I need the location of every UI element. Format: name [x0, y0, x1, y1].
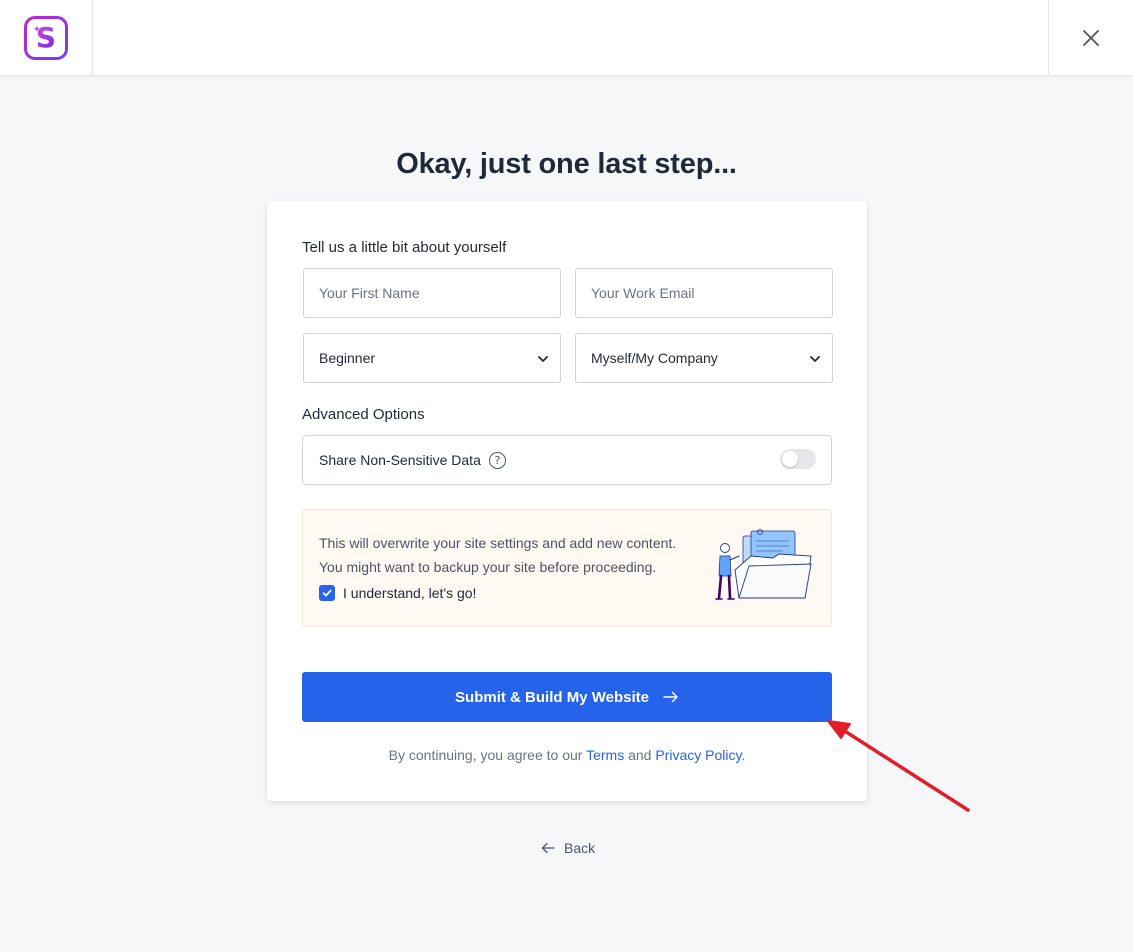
help-icon[interactable]: ?	[488, 451, 506, 469]
warning-text: This will overwrite your site settings a…	[319, 531, 709, 579]
backup-illustration	[715, 529, 812, 600]
legal-suffix: .	[741, 747, 746, 763]
site-for-select-value: Myself/My Company	[591, 350, 718, 366]
legal-notice: By continuing, you agree to our Terms an…	[267, 747, 867, 763]
toggle-knob	[782, 451, 798, 467]
chevron-down-icon	[810, 356, 820, 362]
about-section-label: Tell us a little bit about yourself	[302, 239, 507, 256]
close-icon	[1083, 30, 1099, 46]
arrow-right-icon	[663, 691, 678, 703]
chevron-down-icon	[538, 356, 548, 362]
legal-prefix: By continuing, you agree to our	[388, 747, 583, 763]
check-icon	[322, 589, 332, 597]
submit-build-button[interactable]: Submit & Build My Website	[302, 672, 832, 722]
overwrite-warning: This will overwrite your site settings a…	[302, 509, 832, 627]
page-title: Okay, just one last step...	[396, 148, 737, 180]
logo-inner: ✦ S	[27, 19, 65, 57]
confirm-checkbox[interactable]	[319, 585, 335, 601]
sparkle-icon: ✦	[33, 24, 41, 34]
confirm-checkbox-row[interactable]: I understand, let's go!	[319, 585, 476, 601]
terms-link[interactable]: Terms	[586, 747, 624, 763]
first-name-field[interactable]	[303, 268, 561, 318]
onboarding-card: Tell us a little bit about yourself Begi…	[267, 201, 867, 801]
experience-select[interactable]: Beginner	[303, 333, 561, 383]
first-name-input[interactable]	[319, 285, 560, 301]
advanced-options-label: Advanced Options	[302, 406, 425, 423]
site-for-select[interactable]: Myself/My Company	[575, 333, 833, 383]
work-email-input[interactable]	[591, 285, 832, 301]
top-bar: ✦ S	[0, 0, 1133, 76]
arrow-left-icon	[541, 842, 555, 854]
warning-line-2: You might want to backup your site befor…	[319, 559, 657, 575]
back-label: Back	[564, 840, 596, 856]
experience-select-value: Beginner	[319, 350, 376, 366]
work-email-field[interactable]	[575, 268, 833, 318]
annotation-arrow	[827, 720, 970, 812]
logo-cell: ✦ S	[0, 0, 93, 76]
submit-label: Submit & Build My Website	[455, 688, 649, 706]
share-data-row: Share Non-Sensitive Data ?	[302, 435, 832, 485]
privacy-policy-link[interactable]: Privacy Policy	[655, 747, 741, 763]
warning-line-1: This will overwrite your site settings a…	[319, 535, 677, 551]
back-button[interactable]: Back	[541, 840, 595, 856]
legal-and: and	[628, 747, 652, 763]
share-data-toggle[interactable]	[780, 449, 816, 469]
app-logo[interactable]: ✦ S	[24, 16, 68, 60]
close-button[interactable]	[1048, 0, 1133, 76]
confirm-label: I understand, let's go!	[343, 585, 477, 601]
share-data-label: Share Non-Sensitive Data	[319, 452, 481, 468]
